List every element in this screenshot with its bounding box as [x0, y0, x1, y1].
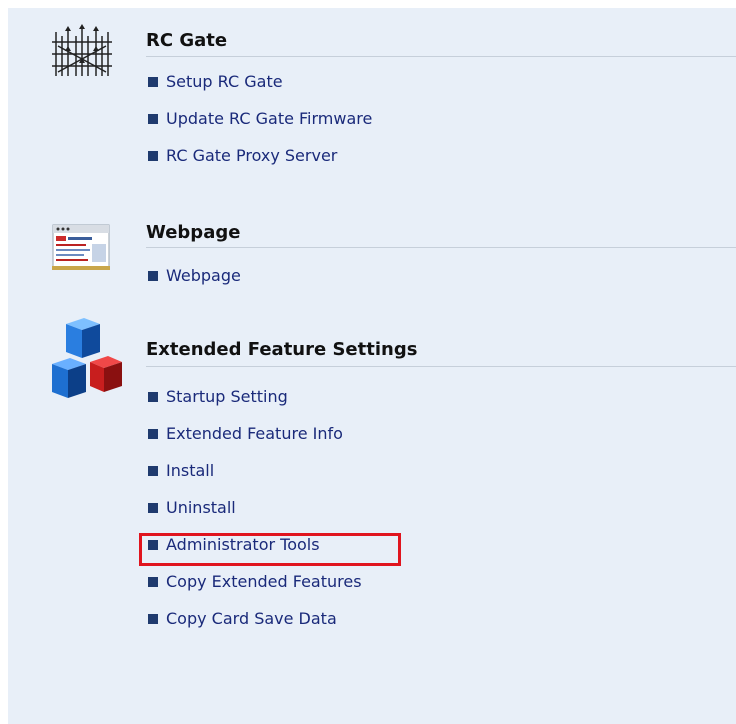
- section-divider: [146, 366, 736, 367]
- settings-panel: RC Gate Setup RC Gate Update RC Gate Fir…: [8, 8, 736, 724]
- square-bullet-icon: [148, 392, 158, 402]
- section-divider: [146, 247, 736, 248]
- section-title: Extended Feature Settings: [146, 339, 418, 360]
- link-webpage[interactable]: Webpage: [148, 266, 241, 303]
- link-list: Webpage: [148, 266, 241, 303]
- gate-fence-icon: [50, 24, 114, 82]
- section-divider: [146, 56, 736, 57]
- square-bullet-icon: [148, 577, 158, 587]
- link-setup-rc-gate[interactable]: Setup RC Gate: [148, 72, 372, 109]
- link-rc-gate-proxy-server[interactable]: RC Gate Proxy Server: [148, 146, 372, 183]
- webpage-icon: [52, 224, 110, 274]
- square-bullet-icon: [148, 429, 158, 439]
- link-extended-feature-info[interactable]: Extended Feature Info: [148, 424, 362, 461]
- link-startup-setting[interactable]: Startup Setting: [148, 387, 362, 424]
- square-bullet-icon: [148, 77, 158, 87]
- square-bullet-icon: [148, 503, 158, 513]
- square-bullet-icon: [148, 151, 158, 161]
- cubes-icon: [46, 310, 126, 406]
- link-copy-card-save-data[interactable]: Copy Card Save Data: [148, 609, 362, 646]
- link-copy-extended-features[interactable]: Copy Extended Features: [148, 572, 362, 609]
- highlight-box: [139, 533, 401, 566]
- link-update-rc-gate-firmware[interactable]: Update RC Gate Firmware: [148, 109, 372, 146]
- link-uninstall[interactable]: Uninstall: [148, 498, 362, 535]
- link-install[interactable]: Install: [148, 461, 362, 498]
- link-list: Startup Setting Extended Feature Info In…: [148, 387, 362, 646]
- square-bullet-icon: [148, 466, 158, 476]
- square-bullet-icon: [148, 271, 158, 281]
- square-bullet-icon: [148, 614, 158, 624]
- section-title: RC Gate: [146, 30, 228, 51]
- link-list: Setup RC Gate Update RC Gate Firmware RC…: [148, 72, 372, 183]
- section-title: Webpage: [146, 222, 241, 243]
- square-bullet-icon: [148, 114, 158, 124]
